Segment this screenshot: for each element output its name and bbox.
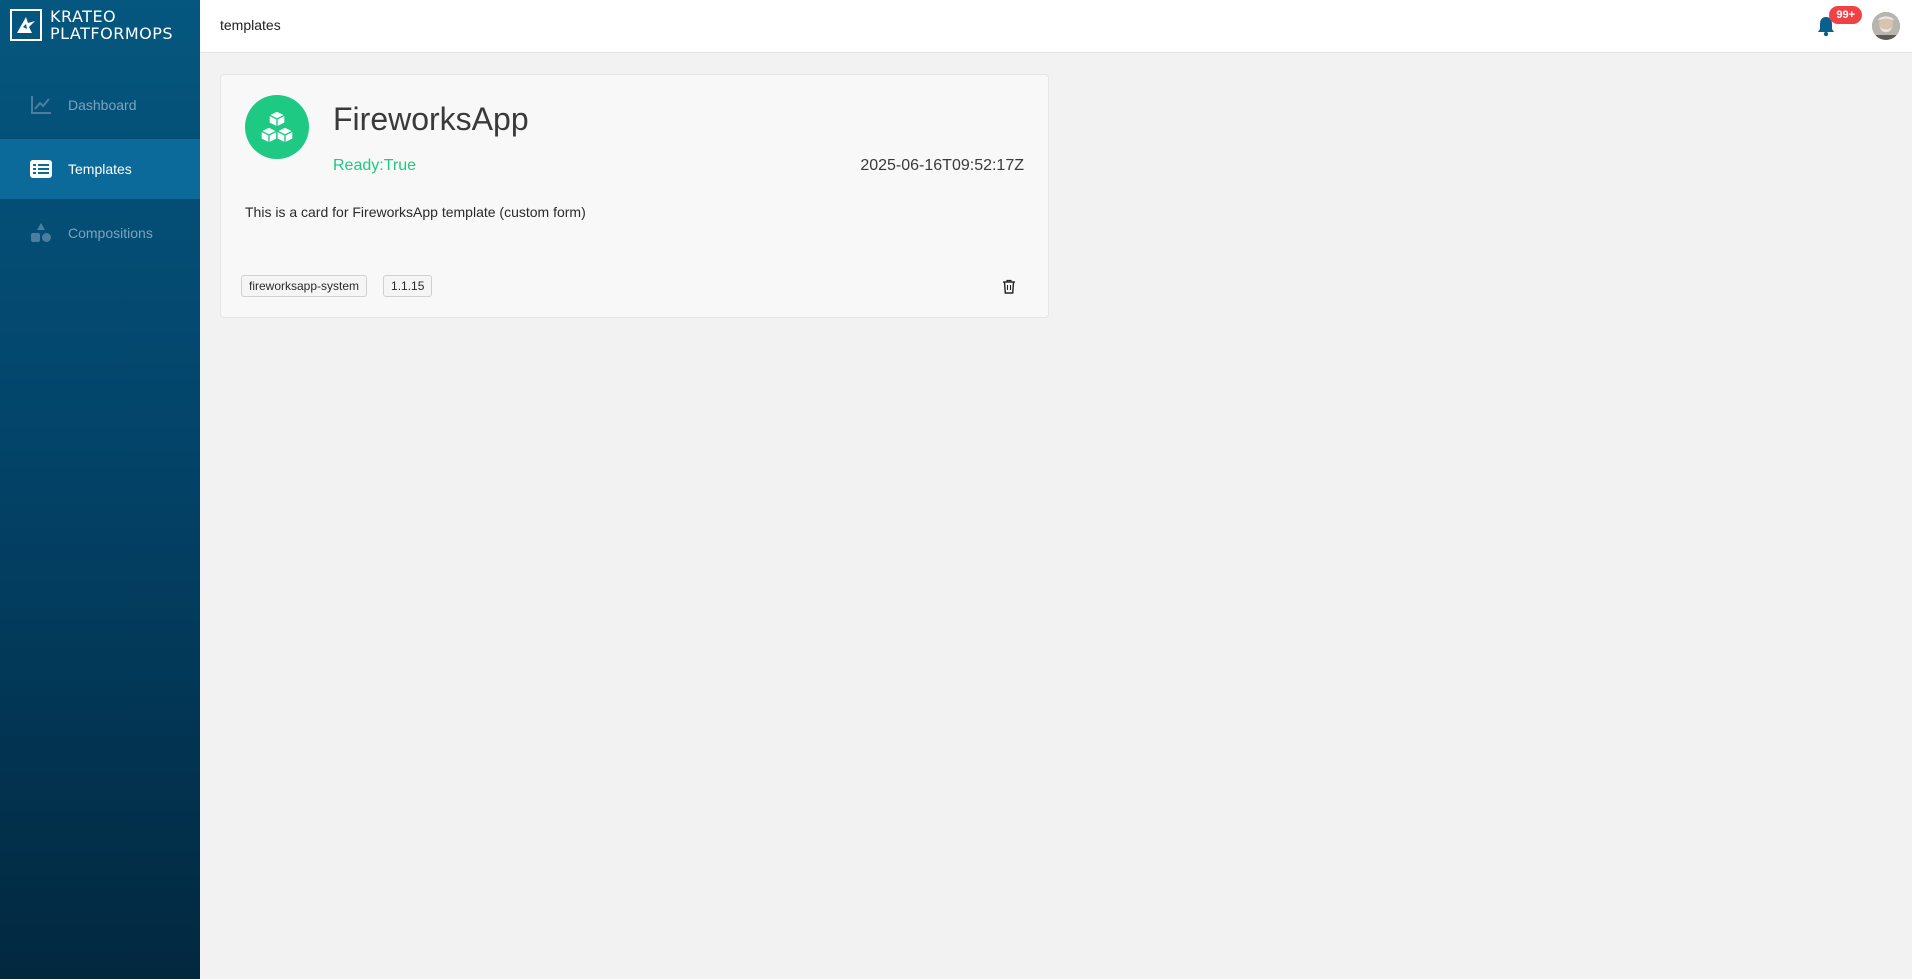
chart-line-icon	[30, 94, 52, 116]
card-title: FireworksApp	[333, 101, 529, 137]
timestamp: 2025-06-16T09:52:17Z	[860, 157, 1024, 174]
top-bar: templates 99+	[200, 0, 1912, 53]
card-description: This is a card for FireworksApp template…	[245, 204, 586, 220]
trash-icon	[1002, 279, 1016, 299]
status-text: Ready:True	[333, 157, 416, 174]
sidebar-item-label: Dashboard	[68, 97, 137, 113]
shapes-icon	[30, 222, 52, 244]
version-tag: 1.1.15	[383, 275, 433, 297]
namespace-tag: fireworksapp-system	[241, 275, 368, 297]
cubes-icon	[245, 95, 309, 159]
krateo-logo-icon	[10, 9, 42, 41]
delete-button[interactable]	[1000, 279, 1018, 299]
template-card[interactable]: FireworksApp Ready:True 2025-06-16T09:52…	[220, 74, 1049, 318]
list-icon	[30, 158, 52, 180]
sidebar-item-label: Compositions	[68, 225, 153, 241]
logo-text: KRATEO PLATFORMOPS	[50, 8, 173, 42]
sidebar-item-compositions[interactable]: Compositions	[0, 203, 200, 263]
sidebar-item-dashboard[interactable]: Dashboard	[0, 75, 200, 135]
logo[interactable]: KRATEO PLATFORMOPS	[10, 8, 173, 42]
logo-line-1: KRATEO	[50, 7, 117, 26]
tag-list: fireworksapp-system 1.1.15	[241, 275, 448, 297]
sidebar: KRATEO PLATFORMOPS Dashboard Templates C…	[0, 0, 200, 979]
sidebar-item-templates[interactable]: Templates	[0, 139, 200, 199]
avatar[interactable]	[1872, 12, 1900, 40]
sidebar-item-label: Templates	[68, 161, 132, 177]
breadcrumb: templates	[220, 17, 281, 33]
sidebar-nav: Dashboard Templates Compositions	[0, 75, 200, 267]
notification-badge[interactable]: 99+	[1829, 6, 1862, 24]
logo-line-2: PLATFORMOPS	[50, 24, 174, 43]
